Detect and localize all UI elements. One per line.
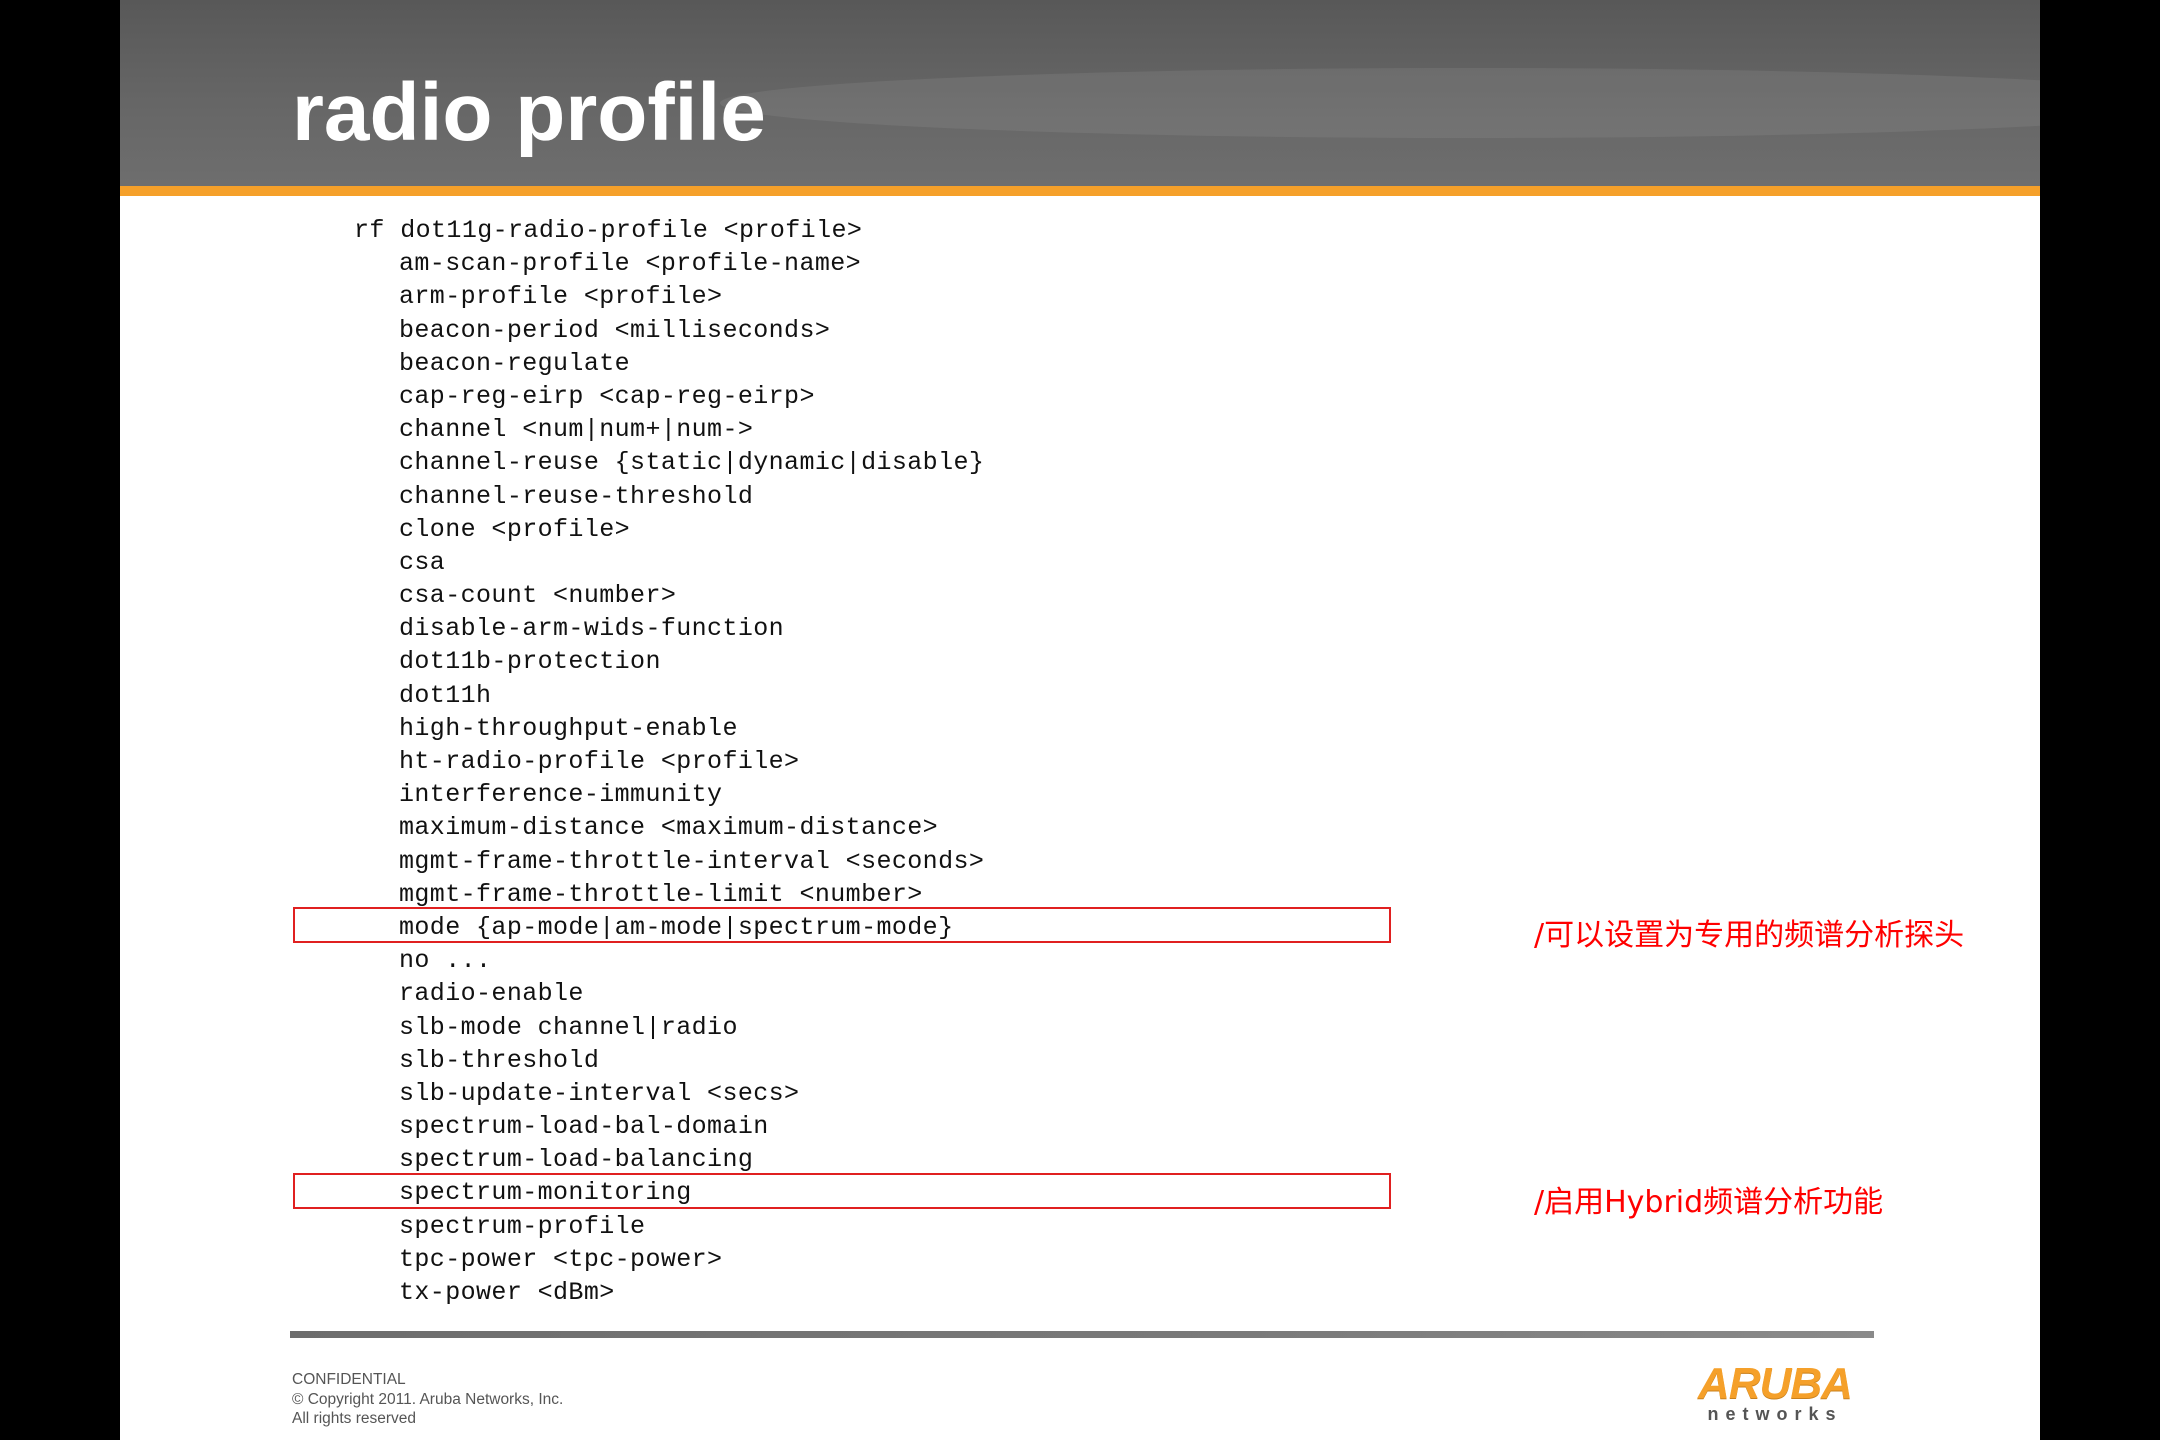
cli-option: ht-radio-profile <profile> [399,747,800,776]
slide-title: radio profile [292,67,766,158]
cli-option: tx-power <dBm> [399,1278,615,1307]
cli-option: channel-reuse-threshold [399,481,754,511]
cli-option: clone <profile> [399,514,631,544]
cli-option: channel <num|num+|num-> [399,415,754,445]
annotation-mode: /可以设置为专用的频谱分析探头 [1534,918,1965,953]
cli-option: dot11h [399,680,492,710]
cli-option: csa-count <number> [399,581,677,611]
cli-option: slb-mode channel|radio [399,1012,738,1042]
header-accent-stripe [120,186,2040,196]
aruba-logo: ARUBA networks [1680,1362,1870,1426]
cli-option: beacon-period <milliseconds> [399,315,831,345]
highlight-box-spectrum-monitoring [293,1173,1391,1209]
cli-option: radio-enable [399,979,584,1009]
footer-divider [290,1331,1874,1338]
cli-option: no ... [399,946,492,976]
logo-wordmark: ARUBA [1698,1359,1853,1408]
cli-option: spectrum-profile [399,1211,646,1241]
cli-option: high-throughput-enable [399,713,738,743]
cli-option: interference-immunity [399,780,723,810]
cli-option: mgmt-frame-throttle-limit <number> [399,879,923,909]
cli-option: dot11b-protection [399,647,661,677]
cli-option: am-scan-profile <profile-name> [399,249,862,279]
cli-option: channel-reuse {static|dynamic|disable} [399,448,985,478]
cli-option: arm-profile <profile> [399,282,723,312]
cli-option: csa [399,547,446,577]
cli-option: beacon-regulate [399,348,631,378]
slide-header: radio profile [120,0,2040,186]
cli-command-listing: rf dot11g-radio-profile <profile> am-sca… [354,214,984,1309]
cli-option: maximum-distance <maximum-distance> [399,813,939,843]
cli-root-command: rf dot11g-radio-profile <profile> [354,216,863,245]
footer-rights: All rights reserved [292,1410,417,1427]
cli-option: slb-threshold [399,1045,600,1075]
header-swoosh [720,68,2040,138]
cli-option: spectrum-load-balancing [399,1145,754,1175]
cli-option: disable-arm-wids-function [399,614,785,644]
slide: radio profile rf dot11g-radio-profile <p… [120,0,2040,1440]
footer-copyright-line: © Copyright 2011. Aruba Networks, Inc. [292,1390,564,1408]
cli-option: mgmt-frame-throttle-interval <seconds> [399,846,985,876]
highlight-box-mode [293,907,1391,943]
cli-option: spectrum-load-bal-domain [399,1112,769,1142]
cli-option: tpc-power <tpc-power> [399,1244,723,1274]
footer-copyright: CONFIDENTIAL © Copyright 2011. Aruba Net… [292,1370,563,1429]
cli-option: slb-update-interval <secs> [399,1078,800,1108]
footer-confidential: CONFIDENTIAL [292,1371,406,1388]
annotation-spectrum-monitoring: /启用Hybrid频谱分析功能 [1534,1185,1884,1220]
logo-subtext: networks [1707,1404,1843,1424]
cli-option: cap-reg-eirp <cap-reg-eirp> [399,381,815,411]
